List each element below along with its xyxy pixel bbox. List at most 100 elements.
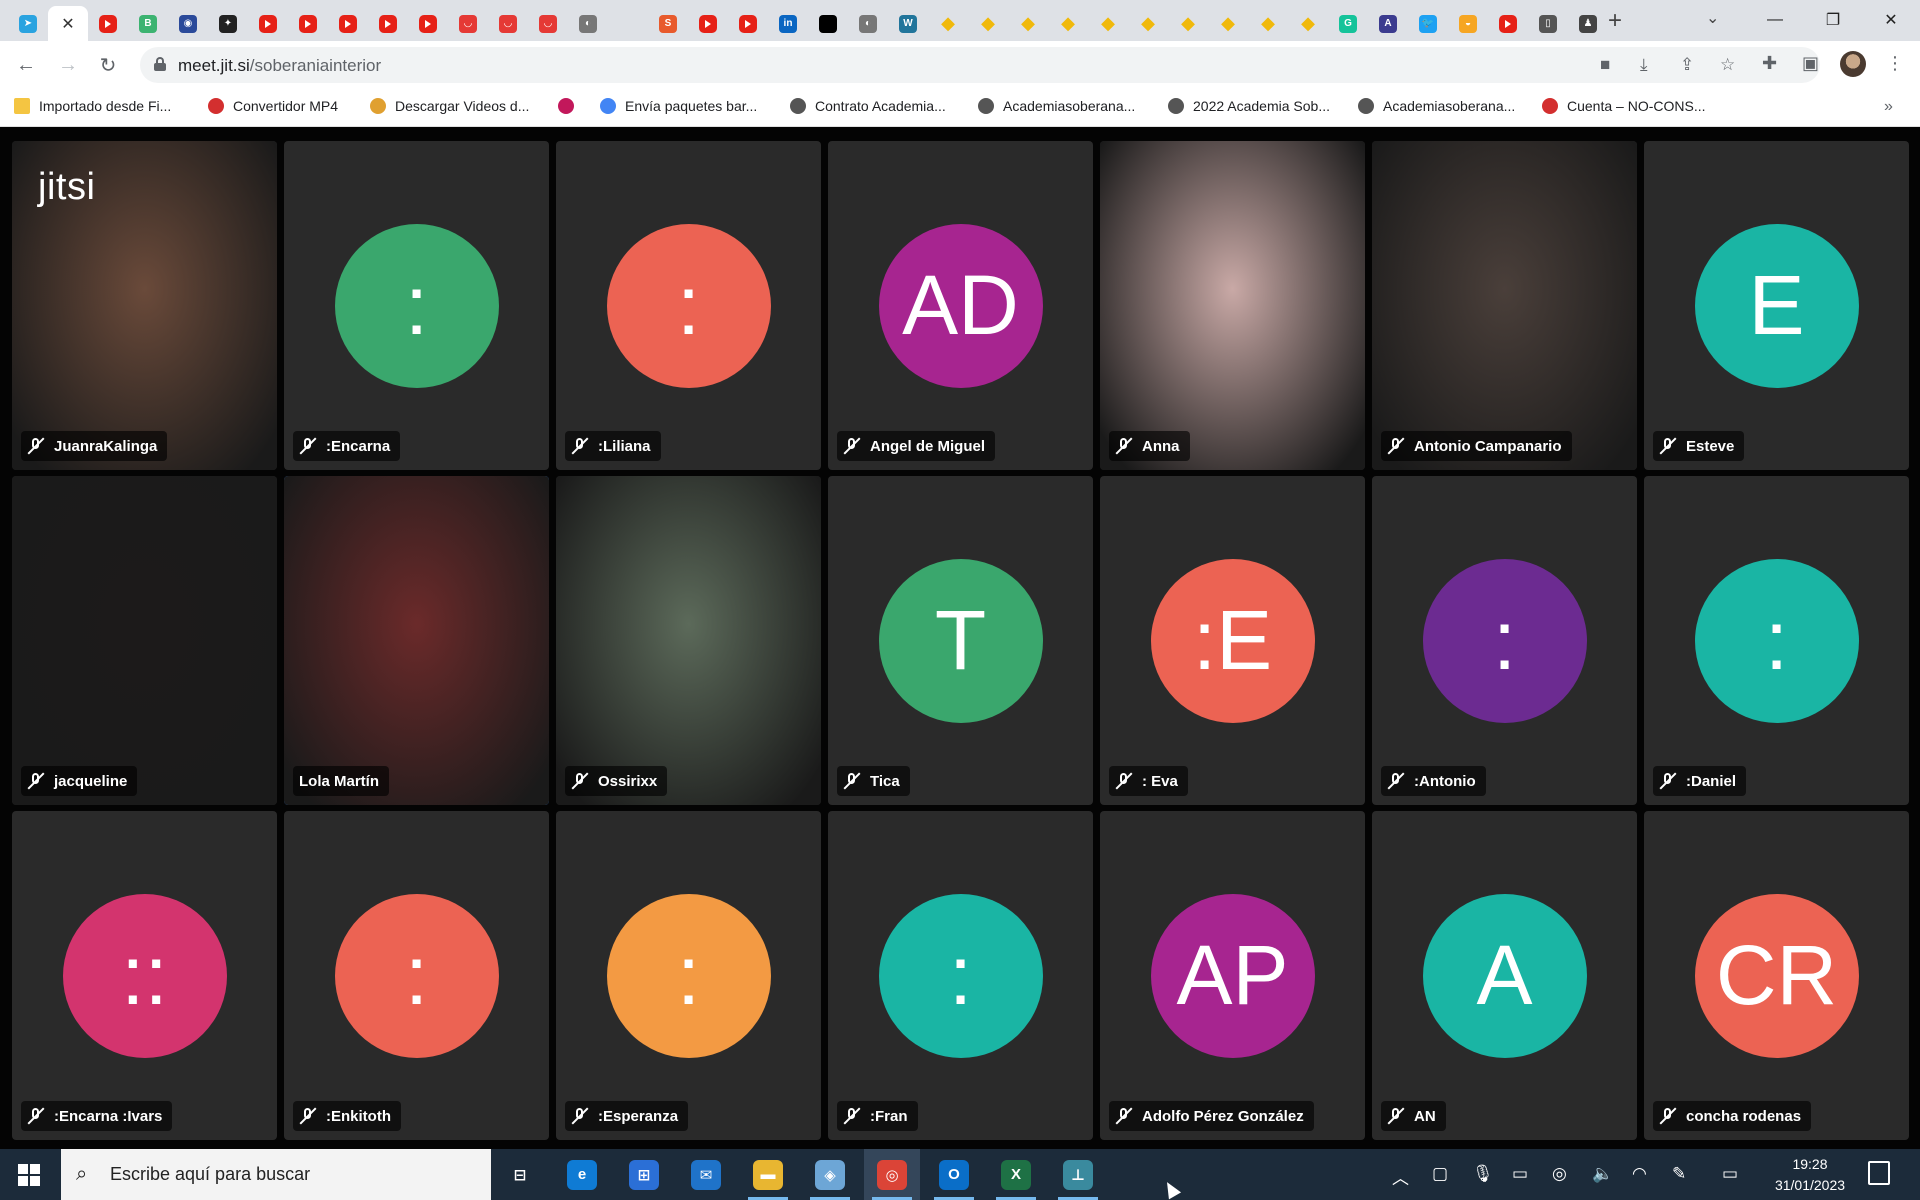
participant-tile[interactable]: ::Antonio	[1372, 476, 1637, 805]
webcam-icon[interactable]: ◎	[1552, 1164, 1567, 1184]
jitsi-logo[interactable]: jitsi	[38, 166, 95, 209]
participant-tile[interactable]: jitsi JuanraKalinga	[12, 141, 277, 470]
menu-kebab-icon[interactable]: ⋮	[1886, 53, 1904, 74]
install-app-icon[interactable]: ⤓	[1640, 55, 1648, 75]
tab-active[interactable]: ✕	[48, 6, 88, 41]
side-panel-icon[interactable]: ▣	[1802, 53, 1819, 74]
browser-tab[interactable]: ◆	[1168, 6, 1208, 41]
browser-tab[interactable]	[248, 6, 288, 41]
browser-tab[interactable]	[408, 6, 448, 41]
browser-tab[interactable]: ◡	[488, 6, 528, 41]
browser-tab[interactable]	[368, 6, 408, 41]
browser-tab[interactable]: in	[768, 6, 808, 41]
address-bar[interactable]: meet.jit.si/soberaniainterior ■ ⤓ ⇪ ☆	[140, 47, 1820, 83]
close-icon[interactable]: ✕	[61, 14, 74, 34]
bookmarks-overflow-icon[interactable]: »	[1884, 98, 1893, 116]
reload-icon[interactable]: ↻	[94, 51, 122, 79]
taskbar-app[interactable]: e	[554, 1149, 610, 1200]
participant-tile[interactable]: AP Adolfo Pérez González	[1100, 811, 1365, 1140]
browser-tab[interactable]: ➤	[8, 6, 48, 41]
participant-tile[interactable]: Antonio Campanario	[1372, 141, 1637, 470]
browser-tab[interactable]	[808, 6, 848, 41]
windows-start-icon[interactable]	[18, 1164, 40, 1186]
participant-tile[interactable]: ::Daniel	[1644, 476, 1909, 805]
taskbar-app[interactable]: ◎	[864, 1149, 920, 1200]
browser-tab[interactable]: ◡	[528, 6, 568, 41]
volume-icon[interactable]: 🔈	[1592, 1164, 1613, 1184]
browser-tab[interactable]: 🐦	[1408, 6, 1448, 41]
browser-tab[interactable]: ◆	[968, 6, 1008, 41]
browser-tab[interactable]: ◡	[448, 6, 488, 41]
wifi-icon[interactable]: ◠	[1632, 1164, 1647, 1184]
taskbar-app[interactable]: ⊥	[1050, 1149, 1106, 1200]
bookmark-item[interactable]: 2022 Academia Sob...	[1168, 98, 1330, 114]
browser-tab[interactable]: W	[888, 6, 928, 41]
browser-tab[interactable]: ◐	[568, 6, 608, 41]
participant-tile[interactable]: ::Esperanza	[556, 811, 821, 1140]
participant-tile[interactable]: Ossirixx	[556, 476, 821, 805]
microphone-icon[interactable]: 🎙	[1472, 1164, 1494, 1184]
participant-tile[interactable]: jacqueline	[12, 476, 277, 805]
browser-tab[interactable]: ◆	[1288, 6, 1328, 41]
bookmark-item[interactable]: Academiasoberana...	[978, 98, 1135, 114]
meet-now-icon[interactable]: ▢	[1432, 1164, 1448, 1184]
bookmark-item[interactable]: Academiasoberana...	[1358, 98, 1515, 114]
lock-icon[interactable]	[154, 57, 166, 71]
participant-tile[interactable]: ::Liliana	[556, 141, 821, 470]
browser-tab[interactable]: ◆	[1008, 6, 1048, 41]
browser-tab[interactable]: A	[1368, 6, 1408, 41]
browser-tab[interactable]: S	[648, 6, 688, 41]
pen-icon[interactable]: ✎	[1672, 1164, 1686, 1184]
participant-tile[interactable]: :::Encarna :Ivars	[12, 811, 277, 1140]
participant-tile[interactable]: AD Angel de Miguel	[828, 141, 1093, 470]
notification-center-icon[interactable]	[1868, 1161, 1890, 1185]
close-window-button[interactable]: ✕	[1868, 4, 1914, 36]
restore-button[interactable]: ❐	[1810, 4, 1856, 36]
browser-tab[interactable]: ▯	[1528, 6, 1568, 41]
participant-tile[interactable]: ::Enkitoth	[284, 811, 549, 1140]
new-tab-button[interactable]: +	[1600, 6, 1630, 36]
participant-tile[interactable]: T Tica	[828, 476, 1093, 805]
bookmark-star-icon[interactable]: ☆	[1720, 55, 1735, 75]
camera-icon[interactable]: ■	[1600, 55, 1610, 75]
profile-avatar[interactable]	[1840, 51, 1866, 77]
tray-chevron-up-icon[interactable]: ︿	[1392, 1164, 1409, 1189]
browser-tab[interactable]: ◉	[168, 6, 208, 41]
participant-tile[interactable]: A AN	[1372, 811, 1637, 1140]
browser-tab[interactable]: ◆	[1208, 6, 1248, 41]
browser-tab[interactable]: ◆	[1048, 6, 1088, 41]
bookmark-item[interactable]: Convertidor MP4	[208, 98, 338, 114]
browser-tab[interactable]	[1488, 6, 1528, 41]
taskbar-clock[interactable]: 19:28 31/01/2023	[1760, 1154, 1860, 1196]
taskbar-app[interactable]: ⊞	[616, 1149, 672, 1200]
participant-tile[interactable]: E Esteve	[1644, 141, 1909, 470]
url-text[interactable]: meet.jit.si/soberaniainterior	[178, 56, 381, 76]
input-indicator-icon[interactable]: ▭	[1722, 1164, 1738, 1184]
browser-tab[interactable]	[328, 6, 368, 41]
battery-icon[interactable]: ▭	[1512, 1164, 1528, 1184]
taskbar-app[interactable]: O	[926, 1149, 982, 1200]
participant-tile[interactable]: Anna	[1100, 141, 1365, 470]
taskbar-search-box[interactable]: ⌕ Escribe aquí para buscar	[61, 1149, 491, 1200]
browser-tab[interactable]	[88, 6, 128, 41]
browser-tab[interactable]	[608, 6, 648, 41]
forward-arrow-icon[interactable]: →	[54, 51, 82, 79]
taskbar-app[interactable]: ⊟	[492, 1149, 548, 1200]
taskbar-app[interactable]: ✉	[678, 1149, 734, 1200]
browser-tab[interactable]	[288, 6, 328, 41]
browser-tab[interactable]: ◆	[1088, 6, 1128, 41]
participant-tile[interactable]: ::Encarna	[284, 141, 549, 470]
browser-tab[interactable]: ✦	[208, 6, 248, 41]
bookmark-item[interactable]: Importado desde Fi...	[14, 98, 171, 114]
taskbar-app[interactable]: ▬	[740, 1149, 796, 1200]
share-icon[interactable]: ⇪	[1680, 55, 1694, 75]
bookmark-item[interactable]: Cuenta – NO-CONS...	[1542, 98, 1706, 114]
extensions-puzzle-icon[interactable]: ✚	[1762, 53, 1777, 74]
browser-tab[interactable]: ◆	[1128, 6, 1168, 41]
browser-tab[interactable]: ◒	[1448, 6, 1488, 41]
minimize-button[interactable]: —	[1752, 4, 1798, 36]
bookmark-item[interactable]: Descargar Videos d...	[370, 98, 529, 114]
participant-tile[interactable]: Lola Martín	[284, 476, 549, 805]
browser-tab[interactable]: ◆	[928, 6, 968, 41]
browser-tab[interactable]: ◆	[1248, 6, 1288, 41]
